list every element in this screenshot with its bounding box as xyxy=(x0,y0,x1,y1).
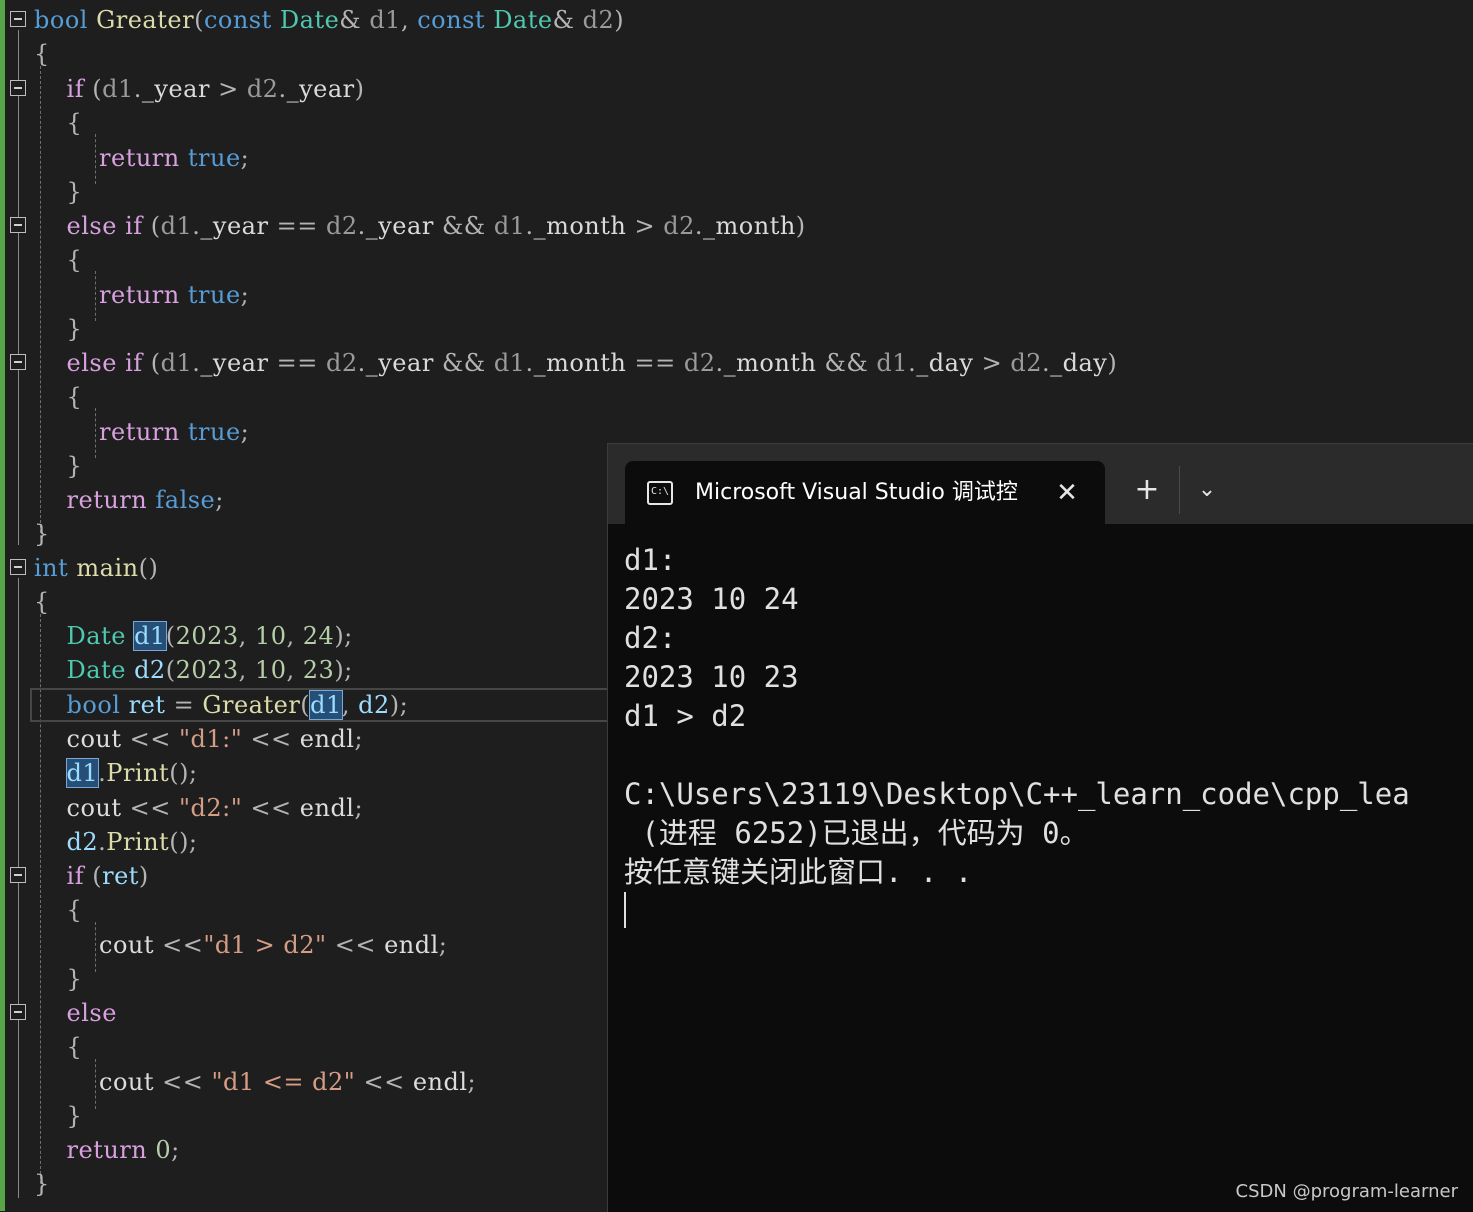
code-line[interactable]: } xyxy=(34,175,82,209)
code-line[interactable]: } xyxy=(34,312,82,346)
tab-separator xyxy=(1179,466,1180,514)
code-line[interactable]: return false; xyxy=(34,483,224,517)
code-line[interactable]: } xyxy=(34,449,82,483)
collapse-toggle-icon[interactable] xyxy=(10,559,26,575)
code-line[interactable]: if (d1._year > d2._year) xyxy=(34,72,365,106)
code-line[interactable]: { xyxy=(34,1030,82,1064)
code-line[interactable]: { xyxy=(34,585,50,619)
terminal-icon: C:\ xyxy=(647,481,673,505)
close-icon[interactable]: ✕ xyxy=(1050,475,1084,511)
console-tab-title: Microsoft Visual Studio 调试控 xyxy=(695,480,1018,505)
console-output-line: d1: xyxy=(624,543,677,577)
collapse-toggle-icon[interactable] xyxy=(10,354,26,370)
code-line[interactable]: } xyxy=(34,517,50,551)
console-output-line: 按任意键关闭此窗口. . . xyxy=(624,855,973,889)
console-output-line: d2: xyxy=(624,621,677,655)
collapse-toggle-icon[interactable] xyxy=(10,80,26,96)
debug-console-window[interactable]: C:\ Microsoft Visual Studio 调试控 ✕ + ⌄ d1… xyxy=(607,443,1473,1212)
console-tab-strip: C:\ Microsoft Visual Studio 调试控 ✕ + ⌄ xyxy=(608,444,1473,524)
code-line[interactable]: cout << "d1 <= d2" << endl; xyxy=(34,1065,476,1099)
code-line[interactable]: { xyxy=(34,37,50,71)
code-line[interactable]: cout << "d2:" << endl; xyxy=(34,791,363,825)
change-indicator-bar xyxy=(0,0,5,1211)
code-line[interactable]: return true; xyxy=(34,141,249,175)
code-line[interactable]: int main() xyxy=(34,551,158,585)
code-line[interactable]: { xyxy=(34,106,82,140)
code-line[interactable]: { xyxy=(34,380,82,414)
code-line[interactable]: d2.Print(); xyxy=(34,825,198,859)
code-line[interactable]: return true; xyxy=(34,415,249,449)
code-line[interactable]: { xyxy=(34,243,82,277)
code-line[interactable]: bool ret = Greater(d1, d2); xyxy=(34,688,408,722)
code-line[interactable]: cout << "d1:" << endl; xyxy=(34,722,363,756)
console-output-line: (进程 6252)已退出，代码为 0。 xyxy=(624,816,1089,850)
code-line[interactable]: else if (d1._year == d2._year && d1._mon… xyxy=(34,209,806,243)
terminal-cursor xyxy=(624,892,626,928)
watermark: CSDN @program-learner xyxy=(1235,1181,1458,1202)
code-line[interactable]: return 0; xyxy=(34,1133,180,1167)
code-line[interactable]: } xyxy=(34,962,82,996)
code-line[interactable]: cout <<"d1 > d2" << endl; xyxy=(34,928,447,962)
code-line[interactable]: Date d2(2023, 10, 23); xyxy=(34,653,353,687)
console-output-line: 2023 10 24 xyxy=(624,582,799,616)
outline-line xyxy=(18,30,19,545)
code-line[interactable]: } xyxy=(34,1099,82,1133)
code-line[interactable]: { xyxy=(34,893,82,927)
code-line[interactable]: else if (d1._year == d2._year && d1._mon… xyxy=(34,346,1117,380)
collapse-toggle-icon[interactable] xyxy=(10,11,26,27)
outline-line xyxy=(18,578,19,1198)
console-output-line: C:\Users\23119\Desktop\C++_learn_code\cp… xyxy=(624,777,1410,811)
code-line[interactable]: Date d1(2023, 10, 24); xyxy=(34,619,353,653)
new-tab-plus-icon[interactable]: + xyxy=(1128,470,1166,510)
console-output-line: 2023 10 23 xyxy=(624,660,799,694)
collapse-toggle-icon[interactable] xyxy=(10,1004,26,1020)
code-line[interactable]: d1.Print(); xyxy=(34,756,198,790)
code-line[interactable]: bool Greater(const Date& d1, const Date&… xyxy=(34,3,624,37)
code-line[interactable]: return true; xyxy=(34,278,249,312)
collapse-toggle-icon[interactable] xyxy=(10,217,26,233)
console-tab[interactable]: C:\ Microsoft Visual Studio 调试控 ✕ xyxy=(625,461,1105,524)
collapse-toggle-icon[interactable] xyxy=(10,867,26,883)
code-line[interactable]: if (ret) xyxy=(34,859,149,893)
chevron-down-icon[interactable]: ⌄ xyxy=(1190,470,1224,510)
code-line[interactable]: } xyxy=(34,1167,50,1201)
console-output-line: d1 > d2 xyxy=(624,699,747,733)
code-line[interactable]: else xyxy=(34,996,117,1030)
